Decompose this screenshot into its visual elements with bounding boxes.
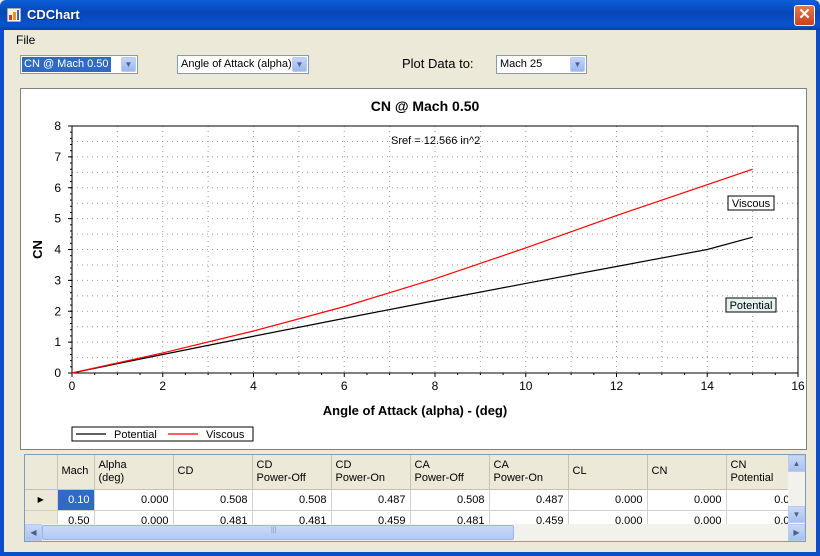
table-cell[interactable]: 0.508 <box>173 489 253 511</box>
chevron-down-icon[interactable]: ▼ <box>570 57 585 72</box>
legend-entry-viscous: Viscous <box>206 429 245 441</box>
vertical-scrollbar[interactable]: ▲ ▼ <box>788 455 805 525</box>
x-tick-label: 6 <box>341 379 348 393</box>
horizontal-scrollbar[interactable]: ◀ ||| ▶ <box>25 524 805 541</box>
table-cell[interactable]: 0.0 <box>726 489 795 511</box>
column-header[interactable]: CA Power-On <box>489 455 569 490</box>
x-tick-label: 8 <box>432 379 439 393</box>
window-frame-left <box>0 30 4 556</box>
sref-annotation: Sref = 12.566 in^2 <box>391 135 480 147</box>
row-header-corner <box>25 455 58 490</box>
x-tick-label: 10 <box>519 379 533 393</box>
potential-label: Potential <box>730 300 773 312</box>
y-tick-label: 2 <box>54 304 61 318</box>
column-header[interactable]: CD Power-On <box>331 455 411 490</box>
scroll-grip: ||| <box>271 527 277 534</box>
mach-select[interactable]: Mach 25 ▼ <box>496 55 587 74</box>
x-tick-label: 14 <box>701 379 715 393</box>
x-tick-label: 12 <box>610 379 624 393</box>
table-cell[interactable]: 0.508 <box>410 489 490 511</box>
table-cell[interactable]: 0.10 <box>57 489 95 511</box>
y-tick-label: 1 <box>54 335 61 349</box>
chevron-down-icon[interactable]: ▼ <box>292 57 307 72</box>
y-tick-label: 5 <box>54 212 61 226</box>
column-header[interactable]: CD Power-Off <box>252 455 332 490</box>
data-grid: Mach Alpha (deg) CD CD Power-Off CD Power-On CA P… <box>24 454 806 542</box>
window-frame-bottom <box>0 552 820 556</box>
x-tick-label: 0 <box>69 379 76 393</box>
mach-select-value: Mach 25 <box>500 58 543 70</box>
viscous-label: Viscous <box>732 198 771 210</box>
y-tick-label: 8 <box>54 119 61 133</box>
x-tick-label: 16 <box>791 379 805 393</box>
table-cell[interactable]: 0.508 <box>252 489 332 511</box>
column-header[interactable]: CL <box>568 455 648 490</box>
legend-entry-potential: Potential <box>114 429 157 441</box>
menu-bar: File <box>4 30 816 49</box>
x-tick-label: 2 <box>159 379 166 393</box>
table-cell[interactable]: 0.000 <box>647 489 727 511</box>
menu-file[interactable]: File <box>16 33 35 47</box>
scroll-left-button[interactable]: ◀ <box>25 524 42 541</box>
column-header[interactable]: Mach <box>57 455 95 490</box>
chart-panel: 0 2 4 6 8 10 12 14 16 0 1 2 3 4 5 6 7 8 CN @ Mach 0.50 Sref… <box>20 88 807 450</box>
chart: 0 2 4 6 8 10 12 14 16012345678CN @ Mach 0.50Sref… <box>30 98 805 442</box>
row-header[interactable]: ▶ <box>25 489 58 511</box>
y-axis-label: CN <box>30 240 45 259</box>
column-header[interactable]: Alpha (deg) <box>94 455 174 490</box>
close-button[interactable]: ✕ <box>794 5 815 26</box>
scroll-down-button[interactable]: ▼ <box>788 506 805 523</box>
app-icon <box>7 8 21 22</box>
y-tick-label: 4 <box>54 243 61 257</box>
scroll-up-button[interactable]: ▲ <box>788 455 805 472</box>
column-header[interactable]: CA Power-Off <box>410 455 490 490</box>
window-title: CDChart <box>27 7 80 22</box>
y-tick-label: 6 <box>54 181 61 195</box>
series-line-potential <box>71 236 753 374</box>
table-row[interactable]: ▶ 0.10 0.000 0.508 0.508 0.487 0.508 0.487 0.000… <box>25 489 795 511</box>
column-header[interactable]: CN <box>647 455 727 490</box>
column-header[interactable]: CD <box>173 455 253 490</box>
xaxis-select-value: Angle of Attack (alpha) <box>181 58 292 70</box>
close-icon: ✕ <box>798 6 811 23</box>
x-axis-label: Angle of Attack (alpha) - (deg) <box>323 403 507 418</box>
y-tick-label: 7 <box>54 150 61 164</box>
table-cell[interactable]: 0.000 <box>568 489 648 511</box>
plot-area <box>71 125 799 374</box>
title-bar: CDChart ✕ <box>0 0 820 30</box>
xaxis-select[interactable]: Angle of Attack (alpha) ▼ <box>177 55 309 74</box>
table-cell[interactable]: 0.000 <box>94 489 174 511</box>
chevron-down-icon[interactable]: ▼ <box>121 57 136 72</box>
chart-title: CN @ Mach 0.50 <box>371 98 480 114</box>
scroll-right-button[interactable]: ▶ <box>788 524 805 541</box>
plot-data-label: Plot Data to: <box>402 56 474 71</box>
x-tick-label: 4 <box>250 379 257 393</box>
series-select[interactable]: CN @ Mach 0.50 ▼ <box>20 55 138 74</box>
table-cell[interactable]: 0.487 <box>489 489 569 511</box>
table-cell[interactable]: 0.487 <box>331 489 411 511</box>
series-select-value: CN @ Mach 0.50 <box>22 57 111 72</box>
scroll-thumb[interactable]: ||| <box>42 525 514 540</box>
column-header[interactable]: CN Potential <box>726 455 795 490</box>
y-tick-label: 3 <box>54 273 61 287</box>
data-table: Mach Alpha (deg) CD CD Power-Off CD Power-On CA P… <box>25 455 795 532</box>
window-frame-right <box>816 30 820 556</box>
y-tick-label: 0 <box>54 366 61 380</box>
